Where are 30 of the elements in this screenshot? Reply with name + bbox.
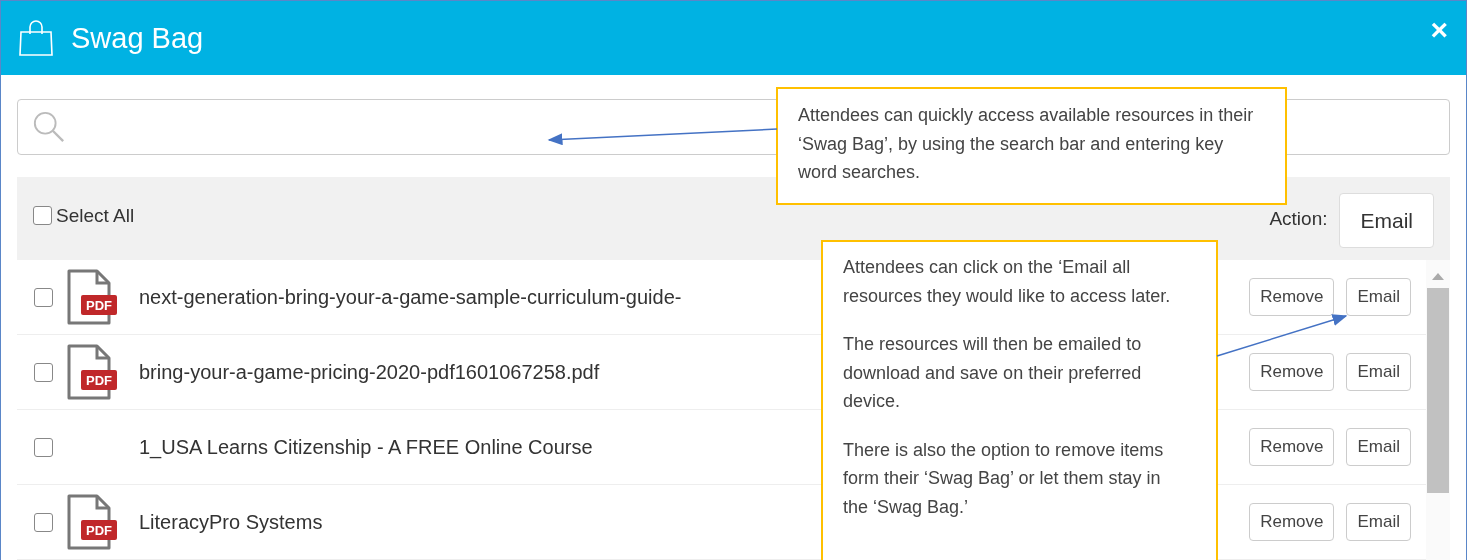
email-button[interactable]: Email — [1346, 428, 1411, 466]
callout-text: Attendees can quickly access available resources in their ‘Swag Bag’, by using the search bar and entering key word searches. — [798, 104, 1255, 184]
callout-text: The resources will then be emailed to download and save on their preferred device. — [843, 333, 1143, 413]
email-button[interactable]: Email — [1346, 353, 1411, 391]
row-checkbox[interactable] — [34, 437, 53, 457]
resource-name: bring-your-a-game-pricing-2020-pdf1601067258.pdf — [139, 360, 600, 384]
email-button[interactable]: Email — [1346, 503, 1411, 541]
callout-text: There is also the option to remove items form their ‘Swag Bag’ or let them stay in the ‘Swag Bag.’ — [843, 438, 1165, 519]
select-all-label: Select All — [56, 204, 135, 227]
row-checkbox[interactable] — [34, 362, 53, 382]
email-all-button[interactable]: Email — [1339, 193, 1434, 248]
resource-name: next-generation-bring-your-a-game-sample-curriculum-guide- — [139, 285, 682, 309]
scrollbar-thumb[interactable] — [1427, 288, 1449, 493]
remove-button[interactable]: Remove — [1249, 503, 1335, 541]
scrollbar[interactable] — [1426, 260, 1450, 560]
resource-name: 1_USA Learns Citizenship - A FREE Online Course — [139, 435, 593, 459]
callout-text: Attendees can click on the ‘Email all resources they would like to access later. — [843, 256, 1172, 308]
row-checkbox[interactable] — [34, 287, 53, 307]
remove-button[interactable]: Remove — [1249, 278, 1335, 316]
row-checkbox[interactable] — [34, 512, 53, 532]
search-icon — [32, 110, 66, 144]
email-button[interactable]: Email — [1346, 278, 1411, 316]
scroll-up-icon[interactable] — [1432, 272, 1444, 280]
select-all-checkbox[interactable] — [33, 206, 52, 225]
action-label: Action: — [1269, 207, 1328, 230]
window-title: Swag Bag — [71, 21, 204, 55]
remove-button[interactable]: Remove — [1249, 353, 1335, 391]
resource-name: LiteracyPro Systems — [139, 510, 323, 534]
remove-button[interactable]: Remove — [1249, 428, 1335, 466]
shopping-bag-icon — [19, 20, 53, 56]
